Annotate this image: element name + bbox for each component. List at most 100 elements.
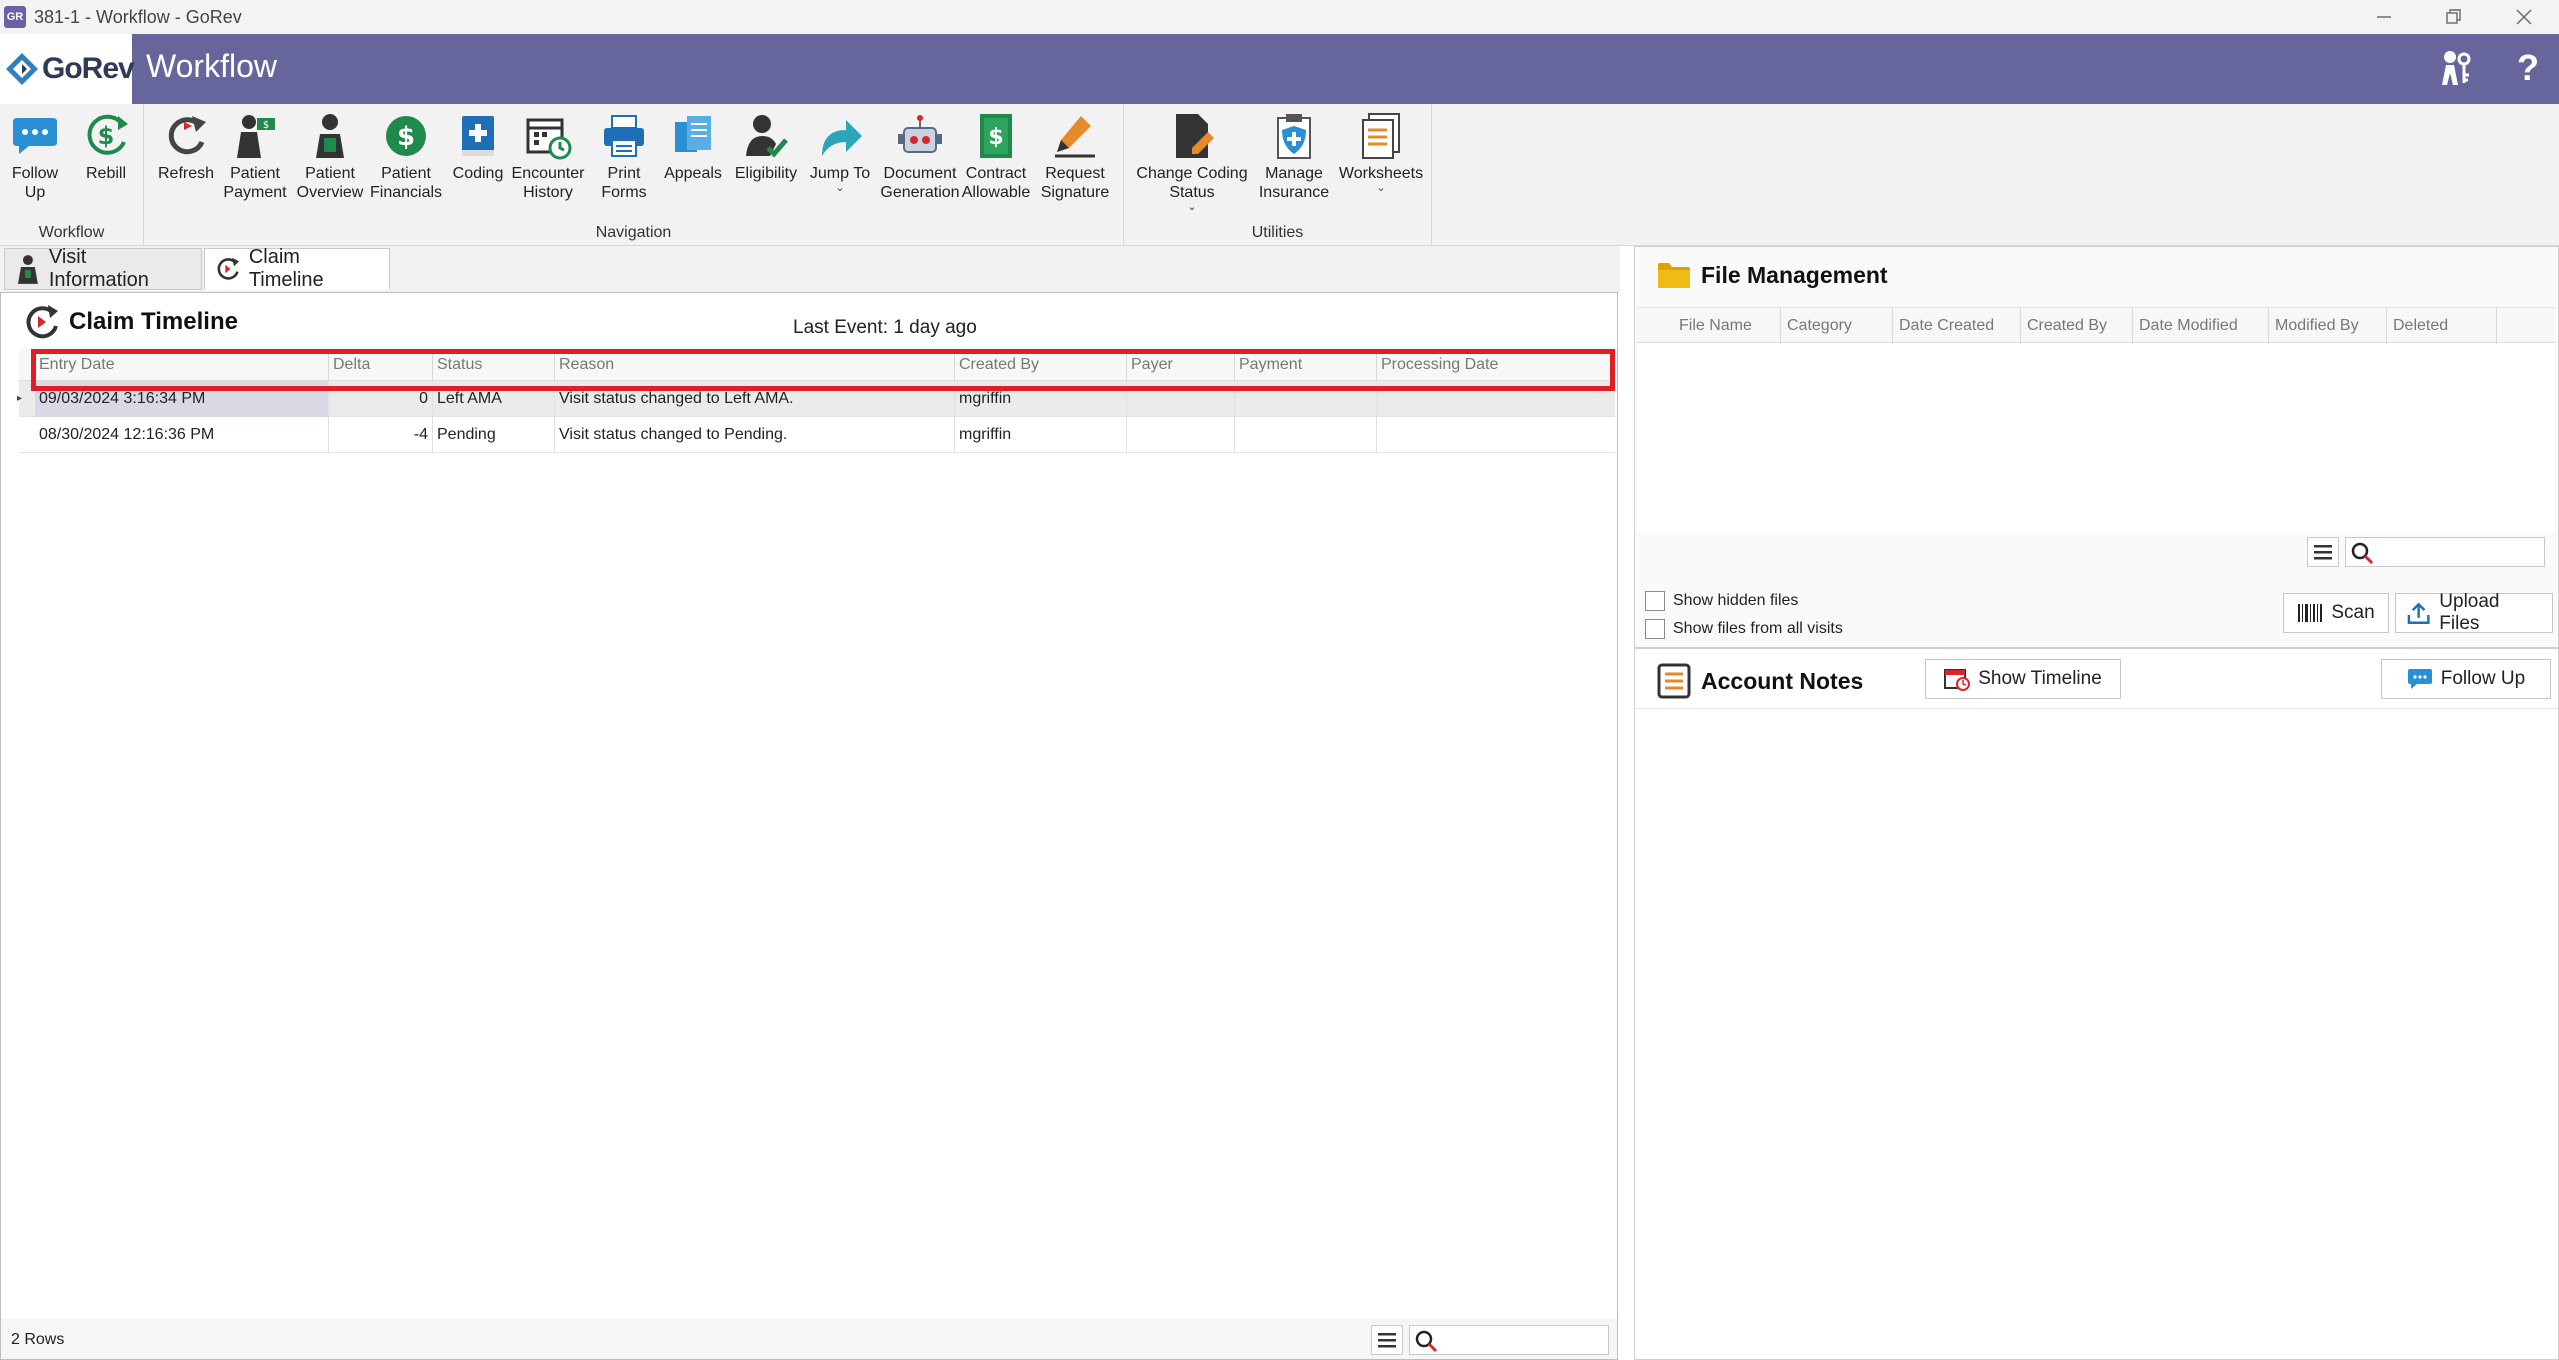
column-header-reason[interactable]: Reason (555, 349, 955, 381)
row-indicator-icon: ▸ (17, 393, 23, 404)
svg-text:$: $ (263, 120, 269, 131)
rebill-button[interactable]: $ Rebill (76, 112, 136, 183)
column-header-entry-date[interactable]: Entry Date (35, 349, 329, 381)
column-header-delta[interactable]: Delta (329, 349, 433, 381)
cell-created-by: mgriffin (955, 381, 1127, 417)
claim-timeline-title: Claim Timeline (69, 308, 238, 335)
table-row[interactable]: 08/30/2024 12:16:36 PM -4 Pending Visit … (19, 417, 1615, 453)
search-icon (1415, 1330, 1438, 1353)
table-row[interactable]: ▸ 09/03/2024 3:16:34 PM 0 Left AMA Visit… (17, 381, 1615, 417)
show-files-all-visits-checkbox[interactable] (1645, 619, 1665, 639)
appeals-button[interactable]: Appeals (656, 112, 730, 183)
hamburger-menu-icon (2314, 545, 2332, 560)
gorev-logo-icon (4, 51, 40, 87)
show-files-all-visits-option[interactable]: Show files from all visits (1645, 619, 1843, 639)
column-header-file-name[interactable]: File Name (1673, 308, 1781, 344)
coding-button[interactable]: Coding (446, 112, 510, 183)
cell-payer (1127, 417, 1235, 453)
appeals-label: Appeals (664, 165, 722, 182)
window-controls (2349, 0, 2559, 34)
change-coding-status-label: Change Coding Status (1136, 165, 1248, 201)
cell-reason: Visit status changed to Pending. (555, 417, 955, 453)
column-header-category[interactable]: Category (1781, 308, 1893, 344)
jump-arrow-icon (822, 120, 862, 156)
manage-insurance-button[interactable]: Manage Insurance (1252, 112, 1336, 202)
cell-processing-date (1377, 417, 1615, 453)
print-forms-button[interactable]: Print Forms (592, 112, 656, 202)
change-coding-status-button[interactable]: Change Coding Status ⌄ (1132, 112, 1252, 213)
grid-menu-button[interactable] (1371, 1325, 1403, 1355)
account-notes-follow-up-button[interactable]: Follow Up (2381, 659, 2551, 699)
show-timeline-button[interactable]: Show Timeline (1925, 659, 2121, 699)
svg-text:$: $ (988, 125, 1003, 150)
cell-status: Left AMA (433, 381, 555, 417)
column-header-created-by[interactable]: Created By (955, 349, 1127, 381)
column-header-modified-by[interactable]: Modified By (2269, 308, 2387, 344)
contract-allowable-button[interactable]: $ Contract Allowable (956, 112, 1036, 202)
row-count: 2 Rows (11, 1331, 65, 1348)
timeline-clock-icon (217, 257, 240, 280)
claim-timeline-panel: Claim Timeline Last Event: 1 day ago Ent… (0, 292, 1618, 1360)
restore-icon (2446, 9, 2461, 24)
patient-financials-button[interactable]: $ Patient Financials (368, 112, 444, 202)
upload-files-button[interactable]: Upload Files (2395, 591, 2553, 634)
restore-button[interactable] (2419, 0, 2489, 34)
tab-visit-information[interactable]: Visit Information (4, 246, 202, 291)
show-hidden-files-option[interactable]: Show hidden files (1645, 591, 1798, 611)
manage-insurance-label: Manage Insurance (1258, 165, 1330, 201)
column-header-created-by[interactable]: Created By (2021, 308, 2133, 344)
request-signature-label: Request Signature (1040, 165, 1110, 201)
notes-icon (1657, 663, 1691, 699)
refresh-button[interactable]: Refresh (152, 112, 220, 183)
eligibility-button[interactable]: Eligibility (728, 112, 804, 183)
grid-search-box[interactable] (1409, 1325, 1609, 1355)
medical-book-icon (462, 116, 494, 156)
file-search-box[interactable] (2345, 537, 2545, 567)
minimize-button[interactable] (2349, 0, 2419, 34)
minimize-icon (2377, 16, 2391, 18)
worksheets-button[interactable]: Worksheets ⌄ (1336, 112, 1426, 194)
column-header-date-modified[interactable]: Date Modified (2133, 308, 2269, 344)
grid-header: Entry Date Delta Status Reason Created B… (19, 349, 1615, 381)
worksheets-icon (1362, 113, 1400, 159)
contract-dollar-icon: $ (980, 114, 1012, 158)
grid-search-input[interactable] (1410, 1326, 1608, 1354)
jump-to-label: Jump To (809, 165, 871, 182)
chat-bubble-icon (13, 118, 57, 154)
patient-payment-button[interactable]: $ Patient Payment (220, 112, 290, 202)
calendar-clock-icon (526, 118, 572, 160)
account-notes-title: Account Notes (1701, 667, 1864, 694)
timeline-clock-icon (26, 305, 58, 339)
follow-up-button[interactable]: Follow Up (8, 112, 62, 202)
scan-button[interactable]: Scan (2283, 593, 2389, 633)
cell-entry-date: 09/03/2024 3:16:34 PM (35, 381, 329, 417)
app-icon: GR (4, 6, 26, 28)
signature-pen-icon (1055, 116, 1095, 158)
column-header-payment[interactable]: Payment (1235, 349, 1377, 381)
calendar-clock-icon (1944, 669, 1971, 691)
patient-payment-icon: $ (237, 115, 275, 158)
patient-overview-button[interactable]: Patient Overview (292, 112, 368, 202)
svg-text:$: $ (397, 122, 415, 152)
column-header-processing-date[interactable]: Processing Date (1377, 349, 1615, 381)
show-hidden-files-checkbox[interactable] (1645, 591, 1665, 611)
encounter-history-button[interactable]: Encounter History (508, 112, 588, 202)
tab-claim-timeline[interactable]: Claim Timeline (204, 246, 390, 291)
document-generation-button[interactable]: Document Generation (874, 112, 966, 202)
jump-to-button[interactable]: Jump To ⌄ (798, 112, 882, 194)
file-grid-menu-button[interactable] (2307, 537, 2339, 567)
account-notes-heading: Account Notes (1657, 663, 1863, 699)
eligibility-check-icon (746, 115, 788, 158)
print-forms-label: Print Forms (601, 165, 647, 201)
column-header-status[interactable]: Status (433, 349, 555, 381)
rebill-label: Rebill (85, 165, 126, 182)
column-header-payer[interactable]: Payer (1127, 349, 1235, 381)
column-header-date-created[interactable]: Date Created (1893, 308, 2021, 344)
column-header-deleted[interactable]: Deleted (2387, 308, 2497, 344)
request-signature-button[interactable]: Request Signature (1034, 112, 1116, 202)
help-icon[interactable]: ? (2506, 46, 2550, 90)
file-search-input[interactable] (2346, 538, 2544, 566)
follow-up-label: Follow Up (2440, 668, 2526, 689)
close-button[interactable] (2489, 0, 2559, 34)
people-keys-icon[interactable] (2434, 46, 2478, 90)
